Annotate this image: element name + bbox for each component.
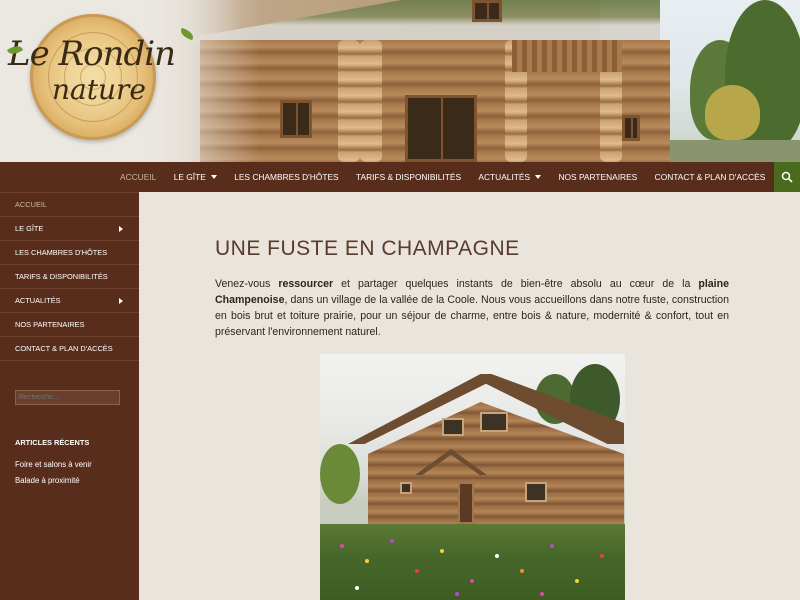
sidebar-item-label: Nos partenaires	[15, 320, 85, 329]
header-window	[472, 0, 502, 22]
chalet-photo	[320, 354, 625, 600]
sidebar-item-label: Contact & plan d'accès	[15, 344, 113, 353]
intro-bold-text: ressourcer	[278, 278, 334, 290]
sidebar-item-accueil[interactable]: Accueil	[0, 193, 139, 217]
sidebar: Accueil Le gîte Les chambres d'hôtes Tar…	[0, 192, 139, 600]
sidebar-item-partenaires[interactable]: Nos partenaires	[0, 313, 139, 337]
search-toggle-button[interactable]	[774, 162, 800, 192]
caret-down-icon	[535, 175, 542, 179]
header-ground	[660, 140, 800, 162]
header-window	[405, 95, 477, 162]
chevron-right-icon	[119, 225, 123, 232]
photo-door	[458, 482, 474, 524]
nav-item-label: Le gîte	[173, 172, 206, 182]
intro-paragraph: Venez-vous ressourcer et partager quelqu…	[215, 276, 729, 340]
nav-item-contact[interactable]: Contact & plan d'accès	[646, 162, 774, 192]
nav-item-partenaires[interactable]: Nos partenaires	[550, 162, 646, 192]
nav-item-label: Nos partenaires	[558, 172, 638, 182]
sidebar-item-label: Tarifs & disponibilités	[15, 272, 108, 281]
nav-item-label: Actualités	[478, 172, 531, 182]
sidebar-search-input[interactable]	[15, 390, 120, 405]
nav-item-label: Les chambres d'hôtes	[234, 172, 339, 182]
nav-item-actualites[interactable]: Actualités	[470, 162, 550, 192]
photo-window	[400, 482, 412, 494]
sidebar-item-label: Les chambres d'hôtes	[15, 248, 108, 257]
sidebar-item-label: Le gîte	[15, 224, 44, 233]
caret-down-icon	[210, 175, 217, 179]
header-log-ends	[338, 40, 360, 162]
nav-item-accueil[interactable]: Accueil	[111, 162, 165, 192]
sidebar-item-label: Actualités	[15, 296, 61, 305]
nav-item-label: Tarifs & disponibilités	[356, 172, 462, 182]
header-tree	[705, 85, 760, 140]
intro-text: Venez-vous	[215, 278, 279, 290]
page-title: Une fuste en Champagne	[215, 237, 520, 260]
main-navigation: Accueil Le gîte Les chambres d'hôtes Tar…	[0, 162, 800, 192]
nav-item-le-gite[interactable]: Le gîte	[165, 162, 226, 192]
header-window	[622, 115, 640, 141]
photo-window	[480, 412, 508, 432]
photo-window	[442, 418, 464, 436]
header-roof	[190, 0, 660, 42]
nav-menu: Accueil Le gîte Les chambres d'hôtes Tar…	[111, 162, 774, 192]
recent-post-link[interactable]: Foire et salons à venir	[15, 460, 92, 469]
nav-item-chambres-hotes[interactable]: Les chambres d'hôtes	[226, 162, 348, 192]
chevron-right-icon	[119, 297, 123, 304]
header-window	[280, 100, 312, 138]
site-header: Le Rondin nature	[0, 0, 800, 162]
sidebar-item-actualites[interactable]: Actualités	[0, 289, 139, 313]
nav-item-label: Accueil	[120, 172, 157, 182]
sidebar-item-label: Accueil	[15, 200, 48, 209]
sidebar-menu: Accueil Le gîte Les chambres d'hôtes Tar…	[0, 192, 139, 361]
sidebar-item-tarifs[interactable]: Tarifs & disponibilités	[0, 265, 139, 289]
photo-window	[525, 482, 547, 502]
intro-text: , dans un village de la vallée de la Coo…	[215, 294, 729, 338]
sidebar-item-le-gite[interactable]: Le gîte	[0, 217, 139, 241]
intro-text: et partager quelques instants de bien-êt…	[333, 278, 699, 290]
recent-post-link[interactable]: Balade à proximité	[15, 476, 80, 485]
nav-item-label: Contact & plan d'accès	[654, 172, 766, 182]
header-log-ends	[360, 40, 382, 162]
recent-posts-heading: Articles récents	[15, 438, 90, 447]
search-icon	[781, 171, 793, 183]
logo-title-line1: Le Rondin	[8, 34, 176, 74]
nav-item-tarifs[interactable]: Tarifs & disponibilités	[347, 162, 469, 192]
sidebar-item-chambres-hotes[interactable]: Les chambres d'hôtes	[0, 241, 139, 265]
header-balcony	[512, 40, 622, 72]
logo-title-line2: nature	[52, 73, 146, 106]
main-content: Une fuste en Champagne Venez-vous ressou…	[139, 192, 800, 600]
sidebar-item-contact[interactable]: Contact & plan d'accès	[0, 337, 139, 361]
